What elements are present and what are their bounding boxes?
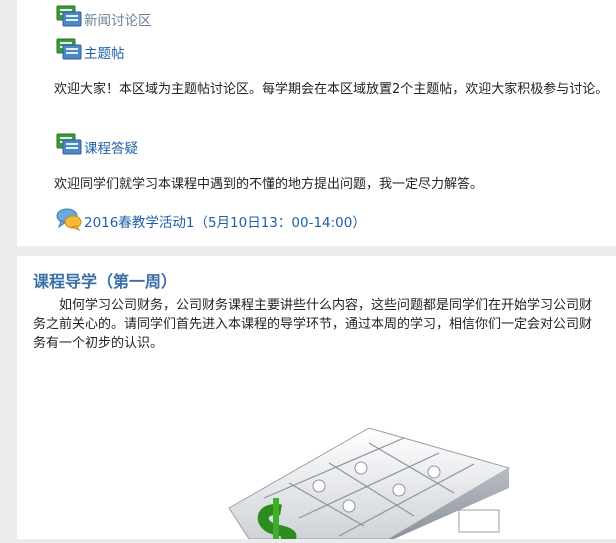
forum-icon: [56, 38, 82, 62]
forum-icon: [56, 5, 82, 29]
section-title: 课程导学（第一周）: [33, 272, 178, 291]
puzzle-dollar-image: [189, 398, 521, 543]
chat-activity-link[interactable]: 2016春教学活动1（5月10日13：00-14:00）: [56, 207, 366, 232]
section-body: 如何学习公司财务，公司财务课程主要讲些什么内容，这些问题都是同学们在开始学习公司…: [33, 298, 593, 351]
activities-panel: 新闻讨论区 主题帖 欢迎大家！本区域为主题帖讨论区。每学期会在本区域放置2个主题…: [17, 0, 616, 246]
forum-description: 欢迎大家！本区域为主题帖讨论区。每学期会在本区域放置2个主题帖，欢迎大家积极参与…: [54, 82, 609, 97]
forum-link-news[interactable]: 新闻讨论区: [56, 5, 152, 29]
week-guide-panel: 课程导学（第一周） 如何学习公司财务，公司财务课程主要讲些什么内容，这些问题都是…: [17, 256, 616, 543]
forum-icon: [56, 133, 82, 157]
forum-link-label: 新闻讨论区: [84, 13, 152, 29]
forum-link-qa[interactable]: 课程答疑: [56, 133, 138, 157]
forum-link-topics[interactable]: 主题帖: [56, 38, 125, 62]
chat-bubble-icon: [56, 207, 82, 232]
forum-description: 欢迎同学们就学习本课程中遇到的不懂的地方提出问题，我一定尽力解答。: [54, 177, 484, 192]
chat-activity-label: 2016春教学活动1（5月10日13：00-14:00）: [84, 215, 366, 231]
forum-link-label: 主题帖: [84, 46, 125, 62]
forum-link-label: 课程答疑: [84, 141, 138, 157]
